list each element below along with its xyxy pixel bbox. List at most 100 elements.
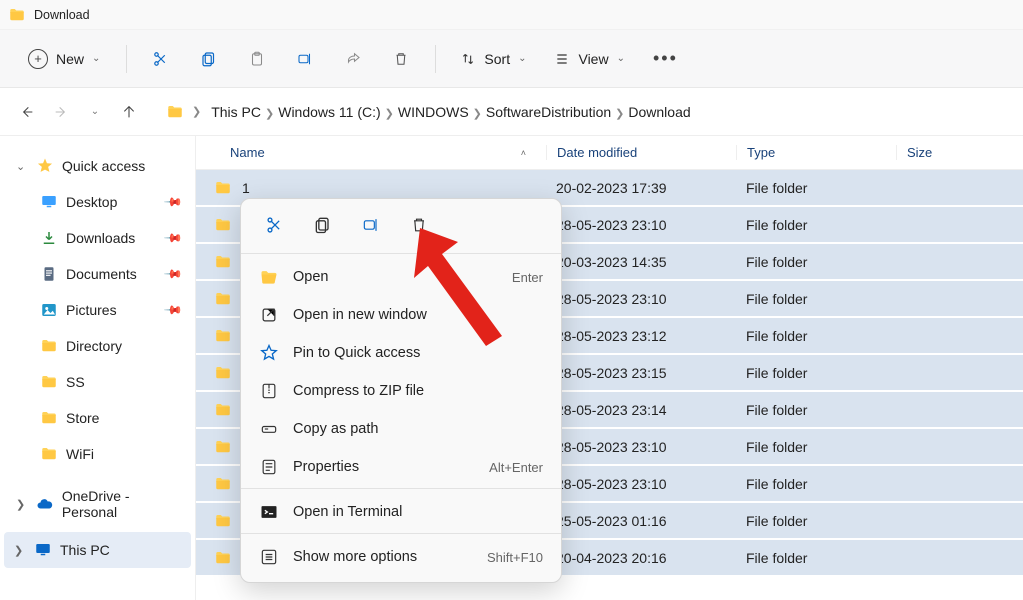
trash-icon — [409, 215, 429, 235]
sidebar-item[interactable]: Directory — [0, 328, 195, 364]
context-menu-item[interactable]: Open in Terminal — [241, 493, 561, 531]
copy-button[interactable] — [191, 42, 227, 76]
newwin-icon — [259, 305, 279, 325]
chevron-down-icon: ⌄ — [518, 53, 526, 64]
file-type: File folder — [736, 180, 896, 196]
scissors-icon — [265, 215, 285, 235]
toolbar: + New ⌄ Sort ⌄ View ⌄ ••• — [0, 30, 1023, 88]
cloud-icon — [36, 495, 54, 513]
arrow-right-icon — [53, 104, 69, 120]
file-type: File folder — [736, 513, 896, 529]
context-menu-item[interactable]: Show more optionsShift+F10 — [241, 538, 561, 576]
ctx-rename-button[interactable] — [351, 207, 391, 243]
file-type: File folder — [736, 291, 896, 307]
folder-icon — [214, 549, 232, 567]
folder-icon — [214, 401, 232, 419]
cut-button[interactable] — [143, 42, 179, 76]
share-button[interactable] — [335, 42, 371, 76]
col-type[interactable]: Type — [736, 145, 896, 160]
folder-icon — [214, 438, 232, 456]
separator — [241, 488, 561, 489]
chevron-right-icon: ❯ — [615, 108, 624, 120]
rename-icon — [361, 215, 381, 235]
sidebar-item[interactable]: Documents📌 — [0, 256, 195, 292]
breadcrumb-segment[interactable]: Download — [626, 102, 692, 122]
file-type: File folder — [736, 365, 896, 381]
separator — [435, 45, 436, 73]
moreopts-icon — [259, 547, 279, 567]
file-type: File folder — [736, 402, 896, 418]
ctx-cut-button[interactable] — [255, 207, 295, 243]
view-label: View — [578, 51, 608, 67]
context-menu-item[interactable]: PropertiesAlt+Enter — [241, 448, 561, 486]
ctx-copy-button[interactable] — [303, 207, 343, 243]
col-date[interactable]: Date modified — [546, 145, 736, 160]
ctx-delete-button[interactable] — [399, 207, 439, 243]
sidebar-this-pc[interactable]: ❯ This PC — [4, 532, 191, 568]
forward-button[interactable] — [46, 97, 76, 127]
share-icon — [344, 50, 362, 68]
shortcut-label: Shift+F10 — [487, 550, 543, 565]
sidebar-item[interactable]: Store — [0, 400, 195, 436]
context-menu-label: Open — [293, 269, 328, 285]
col-size[interactable]: Size — [896, 145, 1023, 160]
context-menu-item[interactable]: Pin to Quick access — [241, 334, 561, 372]
back-button[interactable] — [12, 97, 42, 127]
folder-icon — [8, 6, 26, 24]
copy-icon — [313, 215, 333, 235]
sort-button[interactable]: Sort ⌄ — [452, 47, 534, 71]
breadcrumb-segment[interactable]: This PC — [209, 102, 263, 122]
more-button[interactable]: ••• — [645, 48, 686, 69]
sidebar-item-label: Store — [66, 410, 99, 426]
arrow-up-icon — [121, 104, 137, 120]
navrow: ⌄ ❯ This PC❯Windows 11 (C:)❯WINDOWS❯Soft… — [0, 88, 1023, 136]
view-button[interactable]: View ⌄ — [546, 47, 632, 71]
up-button[interactable] — [114, 97, 144, 127]
sidebar-item[interactable]: Desktop📌 — [0, 184, 195, 220]
folder-icon — [40, 337, 58, 355]
folder-icon — [214, 216, 232, 234]
context-menu-item[interactable]: Compress to ZIP file — [241, 372, 561, 410]
context-menu-item[interactable]: Open in new window — [241, 296, 561, 334]
breadcrumb-segment[interactable]: WINDOWS — [396, 102, 471, 122]
sidebar-onedrive[interactable]: ❯ OneDrive - Personal — [0, 486, 195, 522]
delete-button[interactable] — [383, 42, 419, 76]
context-menu: OpenEnterOpen in new windowPin to Quick … — [240, 198, 562, 583]
document-icon — [40, 265, 58, 283]
file-date: 25-05-2023 01:16 — [546, 513, 736, 529]
file-name: 1 — [242, 180, 250, 196]
context-menu-item[interactable]: Copy as path — [241, 410, 561, 448]
trash-icon — [392, 50, 410, 68]
context-menu-item[interactable]: OpenEnter — [241, 258, 561, 296]
folder-icon — [214, 512, 232, 530]
context-menu-label: Copy as path — [293, 421, 378, 437]
breadcrumb-segment[interactable]: Windows 11 (C:) — [276, 102, 382, 122]
folder-icon — [40, 445, 58, 463]
new-button[interactable]: + New ⌄ — [18, 45, 110, 73]
recent-button[interactable]: ⌄ — [80, 97, 110, 127]
col-name[interactable]: Name˄ — [196, 145, 546, 160]
chevron-down-icon: ⌄ — [92, 53, 100, 64]
paste-button[interactable] — [239, 42, 275, 76]
download-icon — [40, 229, 58, 247]
folder-icon — [214, 179, 232, 197]
file-date: 28-05-2023 23:12 — [546, 328, 736, 344]
sidebar-item[interactable]: Downloads📌 — [0, 220, 195, 256]
sidebar-quick-access[interactable]: ⌄ Quick access — [0, 148, 195, 184]
sidebar-item[interactable]: WiFi — [0, 436, 195, 472]
scissors-icon — [152, 50, 170, 68]
desktop-icon — [40, 193, 58, 211]
sidebar-item[interactable]: SS — [0, 364, 195, 400]
separator — [241, 253, 561, 254]
sidebar-item[interactable]: Pictures📌 — [0, 292, 195, 328]
context-menu-label: Open in Terminal — [293, 504, 402, 520]
sidebar-item-label: Pictures — [66, 302, 117, 318]
sidebar-item-label: Desktop — [66, 194, 117, 210]
file-date: 28-05-2023 23:10 — [546, 476, 736, 492]
breadcrumb-segment[interactable]: SoftwareDistribution — [484, 102, 613, 122]
file-type: File folder — [736, 550, 896, 566]
sidebar-item-label: WiFi — [66, 446, 94, 462]
terminal-icon — [259, 502, 279, 522]
rename-button[interactable] — [287, 42, 323, 76]
folder-icon — [40, 373, 58, 391]
